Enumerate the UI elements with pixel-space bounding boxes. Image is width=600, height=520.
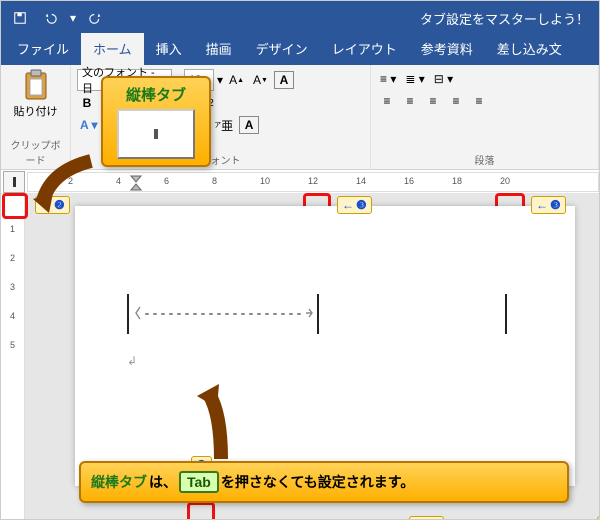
text-effects-icon[interactable]: A ▾ <box>77 115 101 135</box>
paragraph-group-label: 段落 <box>377 150 592 167</box>
bar-tab-mark <box>127 294 129 334</box>
char-border-icon[interactable]: A <box>274 71 294 89</box>
highlight-step1 <box>187 502 215 520</box>
distribute-icon[interactable]: ≡ <box>469 91 489 111</box>
bold-icon[interactable]: B <box>77 93 97 113</box>
tab-selector-button[interactable] <box>3 171 25 193</box>
align-center-icon[interactable]: ≡ <box>400 91 420 111</box>
bottom-caption: 縦棒タブ は、 Tab を押さなくても設定されます。 <box>79 461 569 503</box>
multilevel-icon[interactable]: ⊟ ▾ <box>431 69 456 89</box>
page[interactable]: ↲ ❶ ↓ ←❹ ←❹ <box>75 206 575 486</box>
ruler-number: 4 <box>116 176 121 186</box>
caption-term: 縦棒タブ <box>91 472 147 492</box>
ruler-number: 16 <box>404 176 414 186</box>
save-icon[interactable] <box>7 6 33 30</box>
callout-bar-tab: 縦棒タブ <box>101 76 211 167</box>
highlight-step2-selector <box>2 193 28 219</box>
ruler-number: 6 <box>164 176 169 186</box>
caret-down-icon[interactable]: ▾ <box>217 73 223 87</box>
ruler-number: 12 <box>308 176 318 186</box>
ruler-number: 8 <box>212 176 217 186</box>
arrow-to-bar-icon <box>191 374 251 464</box>
tab-draw[interactable]: 描画 <box>194 33 244 65</box>
bar-tab-mark <box>317 294 319 334</box>
group-paragraph: ≡ ▾ ≣ ▾ ⊟ ▾ ≡ ≡ ≡ ≡ ≡ 段落 <box>371 65 599 169</box>
align-left-icon[interactable]: ≡ <box>377 91 397 111</box>
enclose-char-icon[interactable]: A <box>239 116 259 134</box>
redo-icon[interactable] <box>83 6 109 30</box>
quick-access-toolbar: ▾ <box>7 6 109 30</box>
step-badge-4a: ←❹ <box>409 516 444 520</box>
ribbon-tabs: ファイル ホーム 挿入 描画 デザイン レイアウト 参考資料 差し込み文 <box>1 35 599 65</box>
callout-title: 縦棒タブ <box>109 84 203 105</box>
tab-insert[interactable]: 挿入 <box>144 33 194 65</box>
tab-layout[interactable]: レイアウト <box>320 33 409 65</box>
step-badge-3b: ←❸ <box>531 196 566 214</box>
tab-references[interactable]: 参考資料 <box>409 33 485 65</box>
tab-keycap: Tab <box>179 471 219 493</box>
bar-tab-icon <box>154 129 158 139</box>
ruler-number: 10 <box>260 176 270 186</box>
bullets-icon[interactable]: ≡ ▾ <box>377 69 399 89</box>
bar-tab-mark <box>505 294 507 334</box>
title-bar: ▾ タブ設定をマスターしよう！ <box>1 1 599 35</box>
justify-icon[interactable]: ≡ <box>446 91 466 111</box>
paragraph-mark-icon: ↲ <box>127 354 137 368</box>
vertical-ruler[interactable]: 1 2 3 4 5 <box>1 194 25 520</box>
paste-icon[interactable] <box>22 69 50 101</box>
callout-sample <box>117 109 195 159</box>
ruler-number: 18 <box>452 176 462 186</box>
arrow-to-selector-icon <box>31 151 101 221</box>
step-badge-3a: ←❸ <box>337 196 372 214</box>
tab-mailings[interactable]: 差し込み文 <box>485 33 574 65</box>
tab-design[interactable]: デザイン <box>244 33 320 65</box>
tab-file[interactable]: ファイル <box>5 33 81 65</box>
paste-label[interactable]: 貼り付け <box>14 103 58 119</box>
ruby-icon[interactable]: ア亜 <box>211 115 236 135</box>
ruler-number: 20 <box>500 176 510 186</box>
numbering-icon[interactable]: ≣ ▾ <box>402 69 427 89</box>
shrink-font-icon[interactable]: A▼ <box>250 70 271 90</box>
ruler-number: 14 <box>356 176 366 186</box>
grow-font-icon[interactable]: A▲ <box>226 70 247 90</box>
app-window: ▾ タブ設定をマスターしよう！ ファイル ホーム 挿入 描画 デザイン レイアウ… <box>0 0 600 520</box>
tab-leader-dots <box>143 312 303 316</box>
align-right-icon[interactable]: ≡ <box>423 91 443 111</box>
tab-arrow-icon <box>305 306 313 320</box>
tab-home[interactable]: ホーム <box>81 33 144 65</box>
undo-dropdown-icon[interactable] <box>37 6 63 30</box>
indent-marker-icon[interactable] <box>130 175 142 191</box>
document-title: タブ設定をマスターしよう！ <box>420 9 593 28</box>
bar-tab-icon <box>13 177 16 187</box>
horizontal-ruler[interactable]: 2468101214161820 <box>27 172 599 192</box>
cursor-icon <box>135 306 141 320</box>
caret-down-icon[interactable]: ▾ <box>67 6 79 30</box>
